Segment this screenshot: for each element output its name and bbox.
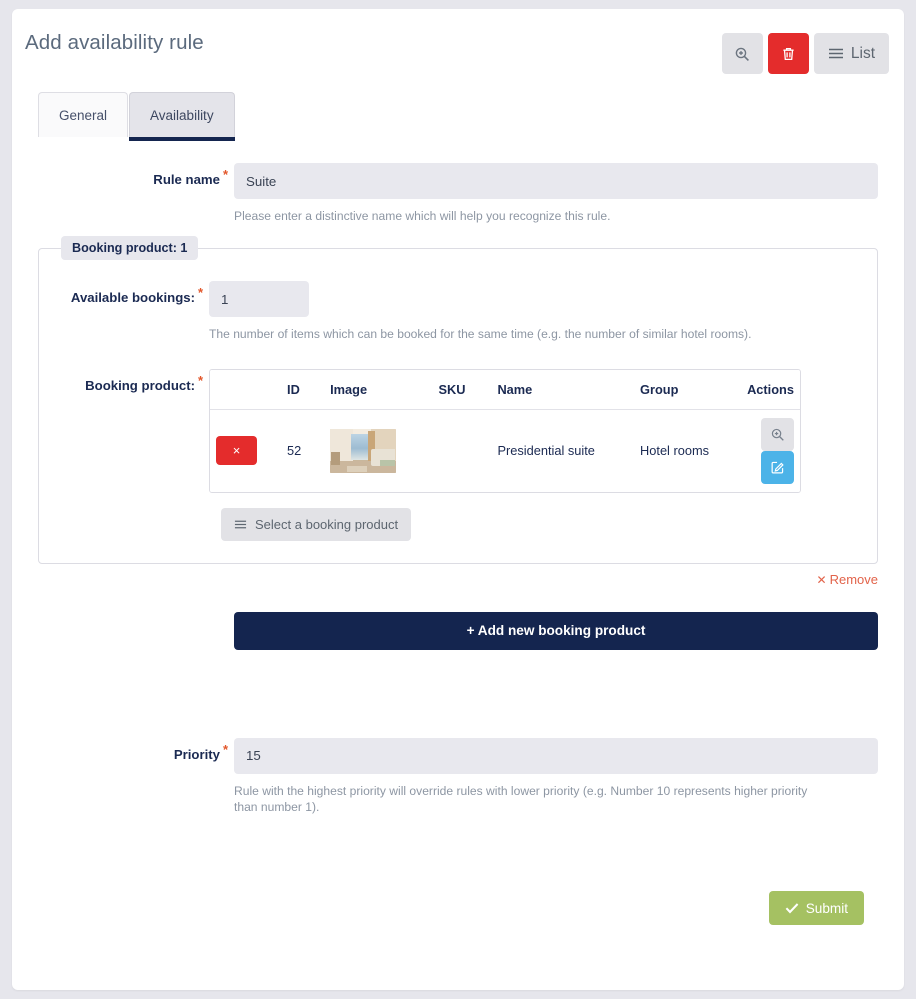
delete-button[interactable] xyxy=(767,33,809,74)
priority-help: Rule with the highest priority will over… xyxy=(234,783,808,814)
rule-name-row: Rule name* Please enter a distinctive na… xyxy=(38,163,878,224)
available-bookings-input[interactable] xyxy=(209,281,309,318)
view-product-button[interactable] xyxy=(761,417,794,451)
booking-product-label: Booking product: * xyxy=(39,369,209,393)
available-bookings-label-text: Available bookings: xyxy=(70,290,195,306)
available-bookings-help: The number of items which can be booked … xyxy=(209,327,752,342)
booking-product-table-wrapper: ID Image SKU Name Group Actions × 52 Pre… xyxy=(209,368,801,493)
tab-bar: General Availability xyxy=(38,87,904,141)
column-header-name: Name xyxy=(491,369,635,410)
header-toolbar: List xyxy=(721,33,889,74)
cell-sku xyxy=(433,409,492,492)
form-body: Rule name* Please enter a distinctive na… xyxy=(12,163,904,926)
page-header: Add availability rule List xyxy=(12,9,904,87)
booking-product-fieldset: Booking product: 1 Available bookings: * … xyxy=(38,236,878,564)
zoom-in-button[interactable] xyxy=(721,33,763,74)
edit-product-button[interactable] xyxy=(761,450,794,484)
booking-product-row: Booking product: * ID Image SKU Name Gro… xyxy=(39,368,877,541)
booking-product-label-text: Booking product: xyxy=(85,377,195,393)
close-icon: ✕ xyxy=(816,572,827,587)
column-header-delete xyxy=(210,369,282,410)
tab-general[interactable]: General xyxy=(38,92,129,137)
tab-availability-label: Availability xyxy=(150,107,214,123)
booking-product-legend: Booking product: 1 xyxy=(61,236,199,261)
cell-id: 52 xyxy=(287,443,302,459)
priority-input[interactable] xyxy=(234,737,878,774)
column-header-id: ID xyxy=(281,369,325,410)
tab-general-label: General xyxy=(59,107,108,123)
add-new-booking-product-button[interactable]: + Add new booking product xyxy=(234,611,878,650)
list-button-label: List xyxy=(850,44,875,62)
hamburger-icon xyxy=(234,519,247,530)
check-icon xyxy=(785,902,799,914)
cell-name: Presidential suite xyxy=(497,443,595,459)
required-asterisk: * xyxy=(223,167,229,182)
page-card: Add availability rule List General Avail… xyxy=(12,9,904,990)
available-bookings-row: Available bookings:* The number of items… xyxy=(39,281,877,342)
table-row: × 52 Presidential suite Hotel rooms xyxy=(210,409,800,492)
priority-label-text: Priority xyxy=(173,746,220,762)
remove-link-label: Remove xyxy=(829,571,878,587)
select-booking-product-button[interactable]: Select a booking product xyxy=(221,507,412,541)
submit-button[interactable]: Submit xyxy=(768,891,864,926)
priority-label: Priority * xyxy=(38,738,234,762)
available-bookings-label: Available bookings: * xyxy=(39,281,209,305)
booking-product-table: ID Image SKU Name Group Actions × 52 Pre… xyxy=(210,369,800,492)
list-button[interactable]: List xyxy=(813,33,889,74)
remove-booking-product-link[interactable]: ✕ Remove xyxy=(38,572,878,587)
column-header-actions: Actions xyxy=(741,369,800,410)
remove-product-button[interactable]: × xyxy=(216,436,257,466)
trash-icon xyxy=(781,46,796,62)
product-thumbnail-image xyxy=(330,428,397,473)
page-title: Add availability rule xyxy=(25,31,204,54)
tab-availability[interactable]: Availability xyxy=(129,92,235,141)
magnifier-plus-icon xyxy=(770,427,785,442)
column-header-group: Group xyxy=(634,369,742,410)
pencil-square-icon xyxy=(770,460,785,475)
priority-row: Priority* Rule with the highest priority… xyxy=(38,737,878,816)
column-header-sku: SKU xyxy=(432,369,492,410)
required-asterisk: * xyxy=(198,372,204,388)
rule-name-label-text: Rule name xyxy=(153,172,220,187)
table-header-row: ID Image SKU Name Group Actions xyxy=(210,369,800,410)
rule-name-label: Rule name * xyxy=(38,163,234,187)
select-booking-product-label: Select a booking product xyxy=(255,516,399,532)
rule-name-help: Please enter a distinctive name which wi… xyxy=(234,209,611,223)
required-asterisk: * xyxy=(198,285,204,301)
submit-button-label: Submit xyxy=(805,900,848,916)
cell-group: Hotel rooms xyxy=(640,443,710,459)
required-asterisk: * xyxy=(223,741,229,757)
column-header-image: Image xyxy=(324,369,433,410)
submit-row: Submit xyxy=(38,891,878,926)
magnifier-plus-icon xyxy=(734,46,750,62)
rule-name-input[interactable] xyxy=(234,163,878,199)
hamburger-icon xyxy=(828,47,844,60)
